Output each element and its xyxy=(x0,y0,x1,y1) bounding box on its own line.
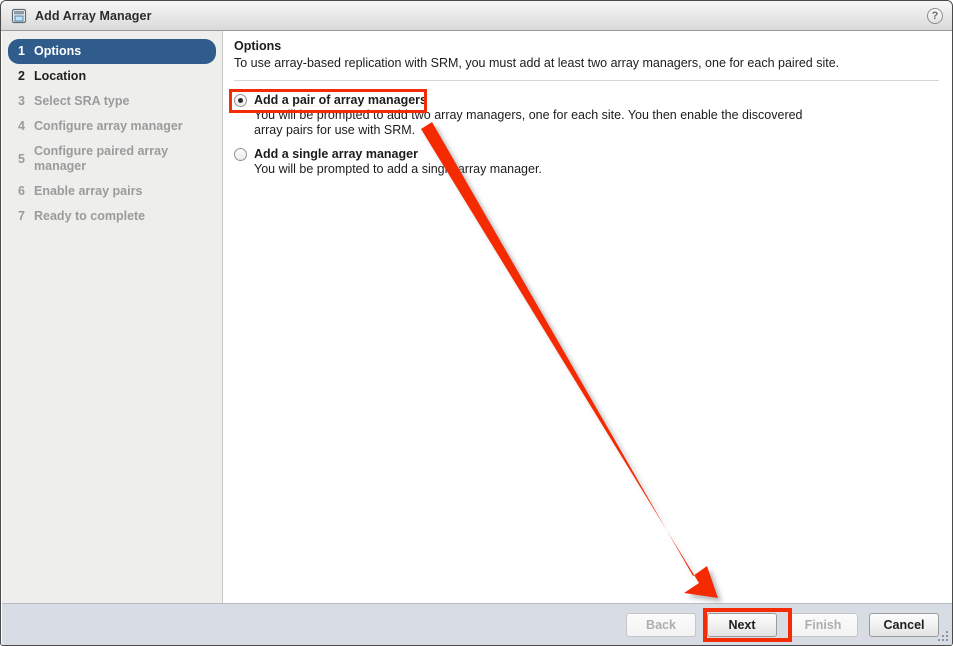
option-description: You will be prompted to add a single arr… xyxy=(254,162,542,176)
step-number: 1 xyxy=(18,44,25,58)
step-label: Select SRA type xyxy=(34,94,130,108)
option-single-array-manager[interactable]: Add a single array manager You will be p… xyxy=(234,147,939,177)
option-description: You will be prompted to add two array ma… xyxy=(254,108,803,137)
step-number: 6 xyxy=(18,184,25,198)
step-number: 4 xyxy=(18,119,25,133)
next-button-wrapper: Next xyxy=(696,608,792,642)
radio-single-array-manager[interactable] xyxy=(234,148,247,161)
step-label: Enable array pairs xyxy=(34,184,143,198)
sidebar-item-configure-array-manager[interactable]: 4 Configure array manager xyxy=(8,114,216,139)
finish-button[interactable]: Finish xyxy=(788,613,858,637)
page-title: Options xyxy=(234,39,282,53)
step-label: Configure array manager xyxy=(34,119,183,133)
option-label[interactable]: Add a single array manager xyxy=(254,147,418,161)
step-label: Location xyxy=(34,69,87,83)
wizard-content-panel: Options To use array-based replication w… xyxy=(224,31,952,603)
step-label: Options xyxy=(34,44,82,58)
help-icon[interactable]: ? xyxy=(927,8,943,24)
step-number: 2 xyxy=(18,69,25,83)
step-label: Ready to complete xyxy=(34,209,146,223)
next-button[interactable]: Next xyxy=(707,613,777,637)
array-manager-icon xyxy=(11,8,27,24)
sidebar-item-enable-array-pairs[interactable]: 6 Enable array pairs xyxy=(8,179,216,204)
wizard-step-list: 1 Options 2 Location 3 Select SRA type 4… xyxy=(2,31,223,603)
step-number: 5 xyxy=(18,151,25,166)
option-pair-of-array-managers[interactable]: Add a pair of array managers You will be… xyxy=(234,93,939,138)
sidebar-item-ready-to-complete[interactable]: 7 Ready to complete xyxy=(8,204,216,229)
dialog-title: Add Array Manager xyxy=(35,8,152,23)
dialog-footer: Back Next Finish Cancel xyxy=(2,603,952,645)
sidebar-item-location[interactable]: 2 Location xyxy=(8,64,216,89)
step-number: 7 xyxy=(18,209,25,223)
option-label[interactable]: Add a pair of array managers xyxy=(254,93,427,107)
content-divider xyxy=(234,80,939,81)
back-button[interactable]: Back xyxy=(626,613,696,637)
step-label: Configure paired array manager xyxy=(34,144,169,173)
step-number: 3 xyxy=(18,94,25,108)
page-description: To use array-based replication with SRM,… xyxy=(234,56,840,70)
add-array-manager-dialog: Add Array Manager ? 1 Options 2 Location… xyxy=(0,0,953,646)
dialog-title-bar: Add Array Manager ? xyxy=(1,1,952,31)
resize-grip-icon[interactable] xyxy=(938,631,950,643)
sidebar-item-configure-paired-array-manager[interactable]: 5 Configure paired array manager xyxy=(8,139,216,179)
radio-pair-of-array-managers[interactable] xyxy=(234,94,247,107)
sidebar-item-select-sra-type[interactable]: 3 Select SRA type xyxy=(8,89,216,114)
cancel-button[interactable]: Cancel xyxy=(869,613,939,637)
sidebar-item-options[interactable]: 1 Options xyxy=(8,39,216,64)
